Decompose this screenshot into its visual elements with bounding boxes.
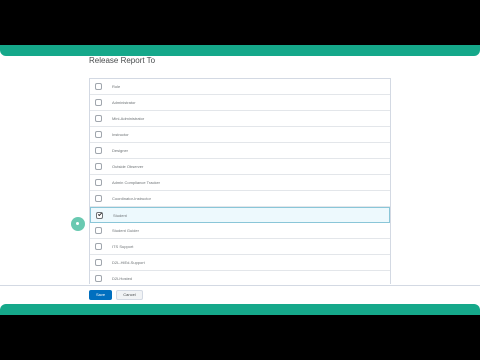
role-label: Admin Compliance Tracker	[112, 180, 161, 185]
role-row[interactable]: Admin Compliance Tracker	[90, 175, 390, 191]
role-checkbox[interactable]	[95, 99, 102, 106]
role-row[interactable]: Mini-Administrator	[90, 111, 390, 127]
role-row[interactable]: Administrator	[90, 95, 390, 111]
role-row[interactable]: Student Guider	[90, 223, 390, 239]
role-row[interactable]: Student	[90, 207, 390, 223]
role-row[interactable]: Coordinator-Instructor	[90, 191, 390, 207]
role-checkbox[interactable]	[95, 227, 102, 234]
top-accent-bar	[0, 45, 480, 56]
cancel-button[interactable]: Cancel	[116, 290, 143, 300]
page-title: Release Report To	[89, 56, 156, 65]
role-label: Student Guider	[112, 228, 139, 233]
role-checkbox[interactable]	[95, 131, 102, 138]
roles-list: Role Administrator Mini-Administrator Instr…	[89, 78, 391, 284]
role-row[interactable]: D2L-HiEd-Support	[90, 255, 390, 271]
role-label: Mini-Administrator	[112, 116, 145, 121]
role-header-row[interactable]: Role	[90, 79, 390, 95]
role-checkbox[interactable]	[95, 275, 102, 282]
role-row[interactable]: ITS Support	[90, 239, 390, 255]
save-button[interactable]: Save	[89, 290, 112, 300]
role-row[interactable]: Instructor	[90, 127, 390, 143]
role-column-header: Role	[112, 84, 121, 89]
checkmark-icon	[97, 211, 103, 216]
role-row[interactable]: D2LHosted	[90, 271, 390, 284]
role-checkbox[interactable]	[95, 259, 102, 266]
role-label: Student	[113, 212, 127, 218]
role-checkbox[interactable]	[95, 179, 102, 186]
cursor-dot	[76, 222, 79, 225]
role-label: Coordinator-Instructor	[112, 196, 151, 201]
role-label: D2LHosted	[112, 276, 133, 281]
role-checkbox[interactable]	[95, 195, 102, 202]
role-label: Administrator	[112, 100, 136, 105]
role-label: ITS Support	[112, 244, 134, 249]
bottom-accent-bar	[0, 304, 480, 315]
role-checkbox[interactable]	[95, 243, 102, 250]
role-row[interactable]: Designer	[90, 143, 390, 159]
role-label: Outside Observer	[112, 164, 144, 169]
action-footer	[0, 285, 480, 305]
role-checkbox[interactable]	[95, 163, 102, 170]
role-label: Designer	[112, 148, 129, 153]
role-label: Instructor	[112, 132, 129, 137]
role-label: D2L-HiEd-Support	[112, 260, 145, 265]
role-checkbox[interactable]	[95, 147, 102, 154]
role-row[interactable]: Outside Observer	[90, 159, 390, 175]
role-checkbox[interactable]	[96, 211, 103, 219]
select-all-checkbox[interactable]	[95, 83, 102, 90]
role-checkbox[interactable]	[95, 115, 102, 122]
